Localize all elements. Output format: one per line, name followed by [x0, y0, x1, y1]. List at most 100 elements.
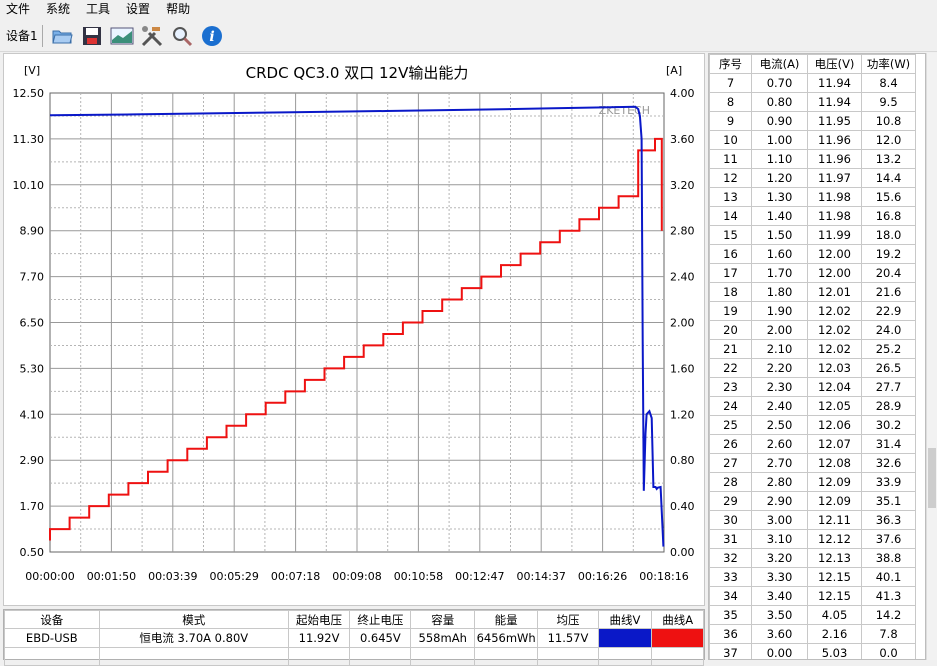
- info-icon[interactable]: i: [199, 23, 225, 49]
- table-row[interactable]: 27 2.70 12.08 32.6: [709, 453, 916, 473]
- table-row[interactable]: 34 3.40 12.15 41.3: [709, 586, 916, 606]
- menu-item-0[interactable]: 文件: [0, 0, 40, 19]
- table-row[interactable]: 21 2.10 12.02 25.2: [709, 339, 916, 359]
- y-left-tick-label: 8.90: [20, 225, 45, 238]
- table-cell: 40.1: [861, 567, 916, 587]
- y-right-tick-label: 0.40: [670, 500, 695, 513]
- y-right-tick-label: 3.20: [670, 179, 695, 192]
- column-header-3[interactable]: 功率(W): [861, 54, 916, 74]
- y-left-tick-label: 0.50: [20, 546, 45, 559]
- menu-item-2[interactable]: 工具: [80, 0, 120, 19]
- table-cell: 11.95: [807, 111, 862, 131]
- table-row[interactable]: 23 2.30 12.04 27.7: [709, 377, 916, 397]
- search-icon[interactable]: [169, 23, 195, 49]
- table-row[interactable]: 20 2.00 12.02 24.0: [709, 320, 916, 340]
- table-row[interactable]: 32 3.20 12.13 38.8: [709, 548, 916, 568]
- table-row[interactable]: 22 2.20 12.03 26.5: [709, 358, 916, 378]
- table-cell: 32.6: [861, 453, 916, 473]
- column-header-2[interactable]: 电压(V): [807, 54, 862, 74]
- table-row[interactable]: 11 1.10 11.96 13.2: [709, 149, 916, 169]
- chart-panel: 12.50 4.00 11.30 3.60 10.10 3.20 8.90 2.80 7.70 2…: [3, 53, 705, 606]
- table-row[interactable]: 24 2.40 12.05 28.9: [709, 396, 916, 416]
- menu-bar: 文件 系统 工具 设置 帮助: [0, 0, 937, 19]
- y-left-tick-label: 11.30: [13, 133, 45, 146]
- x-tick-label: 00:12:47: [455, 570, 504, 583]
- table-row[interactable]: 16 1.60 12.00 19.2: [709, 244, 916, 264]
- column-header-1[interactable]: 电流(A): [751, 54, 808, 74]
- summary-row[interactable]: EBD-USB 恒电流 3.70A 0.80V 11.92V 0.645V 558mAh…: [4, 628, 704, 648]
- table-cell: 3.30: [751, 567, 808, 587]
- summary-header-cell: 能量: [473, 610, 539, 629]
- table-cell: 1.70: [751, 263, 808, 283]
- summary-header-cell: 均压: [537, 610, 599, 629]
- table-cell: 16: [709, 244, 752, 264]
- table-row[interactable]: 14 1.40 11.98 16.8: [709, 206, 916, 226]
- table-row[interactable]: 17 1.70 12.00 20.4: [709, 263, 916, 283]
- table-row[interactable]: 31 3.10 12.12 37.6: [709, 529, 916, 549]
- table-cell: 29: [709, 491, 752, 511]
- table-cell: 18: [709, 282, 752, 302]
- table-cell: 12.09: [807, 472, 862, 492]
- table-cell: 30.2: [861, 415, 916, 435]
- table-row[interactable]: 15 1.50 11.99 18.0: [709, 225, 916, 245]
- table-cell: 1.80: [751, 282, 808, 302]
- table-row[interactable]: 18 1.80 12.01 21.6: [709, 282, 916, 302]
- chart-icon[interactable]: [109, 23, 135, 49]
- table-row[interactable]: 37 0.00 5.03 0.0: [709, 643, 916, 659]
- y-left-tick-label: 4.10: [20, 408, 45, 421]
- table-row[interactable]: 28 2.80 12.09 33.9: [709, 472, 916, 492]
- table-row[interactable]: 10 1.00 11.96 12.0: [709, 130, 916, 150]
- menu-item-1[interactable]: 系统: [40, 0, 80, 19]
- y-right-tick-label: 0.80: [670, 454, 695, 467]
- table-row[interactable]: 12 1.20 11.97 14.4: [709, 168, 916, 188]
- tools-icon[interactable]: [139, 23, 165, 49]
- summary-header-cell: 曲线V: [597, 610, 653, 629]
- curve-v-swatch[interactable]: [597, 628, 653, 648]
- curve-a-swatch[interactable]: [651, 628, 704, 648]
- table-row[interactable]: 29 2.90 12.09 35.1: [709, 491, 916, 511]
- table-row[interactable]: 7 0.70 11.94 8.4: [709, 73, 916, 93]
- table-row[interactable]: 13 1.30 11.98 15.6: [709, 187, 916, 207]
- save-icon[interactable]: [79, 23, 105, 49]
- table-cell: 12.08: [807, 453, 862, 473]
- table-row[interactable]: 30 3.00 12.11 36.3: [709, 510, 916, 530]
- folder-icon[interactable]: [49, 23, 75, 49]
- table-cell: 12.13: [807, 548, 862, 568]
- table-row[interactable]: 36 3.60 2.16 7.8: [709, 624, 916, 644]
- table-cell: 10.8: [861, 111, 916, 131]
- table-cell: 2.10: [751, 339, 808, 359]
- table-cell: 3.00: [751, 510, 808, 530]
- toolbar: 设备1 i: [0, 20, 937, 52]
- table-cell: 1.10: [751, 149, 808, 169]
- table-cell: 0.70: [751, 73, 808, 93]
- summary-header-cell: 设备: [4, 610, 100, 629]
- table-cell: 3.20: [751, 548, 808, 568]
- table-cell: 0.90: [751, 111, 808, 131]
- table-row[interactable]: 33 3.30 12.15 40.1: [709, 567, 916, 587]
- device-tab[interactable]: 设备1: [0, 24, 43, 47]
- table-row[interactable]: 19 1.90 12.02 22.9: [709, 301, 916, 321]
- table-row[interactable]: 8 0.80 11.94 9.5: [709, 92, 916, 112]
- table-row[interactable]: 26 2.60 12.07 31.4: [709, 434, 916, 454]
- table-cell: 2.16: [807, 624, 862, 644]
- table-cell: 3.60: [751, 624, 808, 644]
- y-left-tick-label: 7.70: [20, 271, 45, 284]
- table-row[interactable]: 25 2.50 12.06 30.2: [709, 415, 916, 435]
- y-right-tick-label: 0.00: [670, 546, 695, 559]
- table-scrollbar[interactable]: [926, 53, 937, 660]
- column-header-0[interactable]: 序号: [709, 54, 752, 74]
- table-cell: 26.5: [861, 358, 916, 378]
- summary-empty-row: [4, 647, 704, 666]
- table-cell: 8.4: [861, 73, 916, 93]
- x-tick-label: 00:18:16: [639, 570, 688, 583]
- menu-item-4[interactable]: 帮助: [160, 0, 200, 19]
- table-cell: 27.7: [861, 377, 916, 397]
- table-cell: 1.20: [751, 168, 808, 188]
- table-row[interactable]: 9 0.90 11.95 10.8: [709, 111, 916, 131]
- menu-item-3[interactable]: 设置: [120, 0, 160, 19]
- table-cell: 7.8: [861, 624, 916, 644]
- x-tick-label: 00:00:00: [25, 570, 74, 583]
- summary-cell: 6456mWh: [473, 628, 539, 648]
- table-row[interactable]: 35 3.50 4.05 14.2: [709, 605, 916, 625]
- scrollbar-thumb[interactable]: [928, 448, 936, 508]
